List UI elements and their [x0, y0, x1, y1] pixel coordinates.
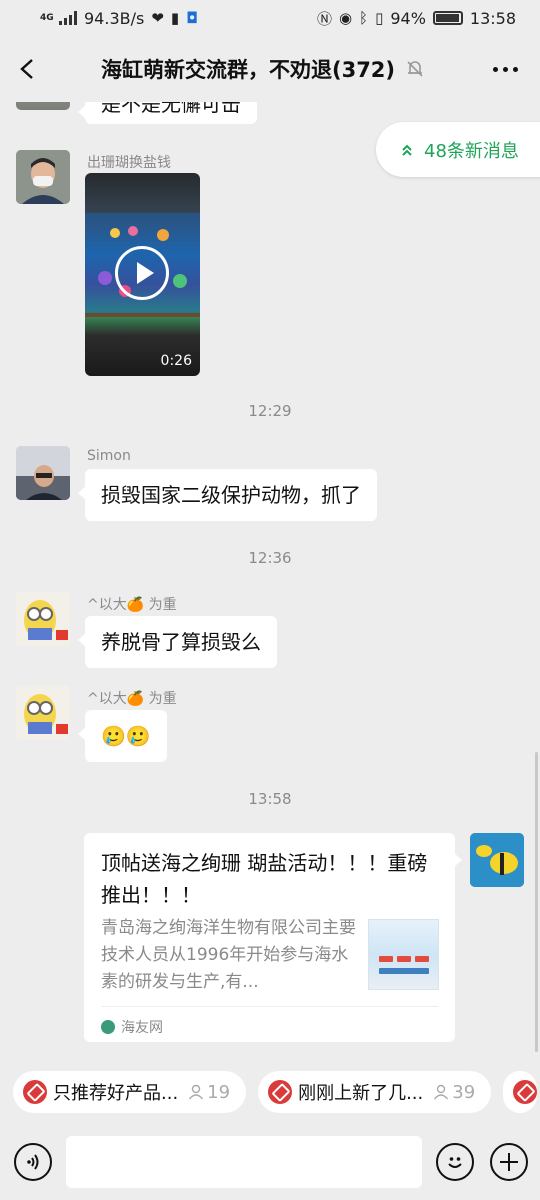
network-speed: 94.3B/s — [84, 8, 145, 28]
input-bar — [0, 1124, 540, 1200]
chip-logo-icon — [513, 1080, 538, 1104]
person-icon — [189, 1084, 204, 1100]
battery-saver-icon: ▮ — [170, 9, 180, 27]
card-description: 青岛海之绚海洋生物有限公司主要技术人员从1996年开始参与海水素的研发与生产,有… — [101, 918, 356, 992]
clock: 13:58 — [469, 8, 516, 28]
chip-logo-icon — [268, 1080, 293, 1104]
chat-header: 海缸萌新交流群，不劝退(372) — [0, 36, 540, 102]
avatar-image — [16, 446, 70, 500]
more-dot — [502, 66, 508, 72]
avatar[interactable] — [16, 102, 70, 110]
message-text: 是不是无懈可击 — [101, 102, 241, 116]
message-bubble[interactable]: 🥲🥲 — [78, 710, 167, 762]
nfc-icon: Ⓝ — [316, 9, 332, 28]
chat-title: 海缸萌新交流群，不劝退(372) — [100, 58, 396, 82]
sender-name: ^以大🍊 为重 — [87, 691, 177, 707]
message-text: 🥲🥲 — [101, 724, 151, 748]
emoji-button[interactable] — [436, 1143, 474, 1181]
timestamp: 12:36 — [248, 549, 292, 567]
card-source: 海友网 — [101, 1017, 163, 1037]
avatar-image — [16, 686, 70, 740]
avatar[interactable] — [16, 446, 70, 500]
chip-count-value: 19 — [207, 1081, 231, 1103]
chip-label: 刚刚上新了几... — [298, 1083, 424, 1104]
card-divider — [101, 1006, 438, 1007]
chip-count: 19 — [188, 1082, 230, 1103]
new-messages-label: 48条新消息 — [424, 140, 519, 162]
message-bubble[interactable]: 损毁国家二级保护动物，抓了 — [78, 469, 377, 521]
message-list[interactable]: 是不是无懈可击 出珊瑚换盐钱 0:26 12:29 Simon 损毁国家二级保护… — [0, 102, 540, 1056]
link-card[interactable]: 顶帖送海之绚珊 瑚盐活动！！！重磅推出！！！ 青岛海之绚海洋生物有限公司主要技术… — [84, 833, 462, 1042]
chip-logo-icon — [23, 1080, 47, 1104]
avatar-image — [16, 592, 70, 646]
message-bubble[interactable]: 养脱骨了算损毁么 — [78, 616, 277, 668]
voice-button[interactable] — [14, 1143, 52, 1181]
new-messages-button[interactable]: 48条新消息 — [376, 122, 540, 177]
app-notification-icon: ◘ — [186, 9, 199, 27]
avatar-image — [470, 833, 524, 887]
card-source-name: 海友网 — [121, 1020, 163, 1036]
signal-icon — [59, 11, 77, 25]
chip-count: 39 — [433, 1082, 475, 1103]
heart-app-icon: ❤ — [151, 9, 164, 27]
battery-percent: 94% — [390, 8, 426, 28]
video-message[interactable]: 0:26 — [85, 173, 200, 376]
message-text: 损毁国家二级保护动物，抓了 — [101, 483, 361, 507]
double-chevron-up-icon — [402, 144, 412, 156]
scrollbar[interactable] — [535, 752, 538, 1052]
avatar[interactable] — [16, 592, 70, 646]
eye-icon: ◉ — [338, 9, 353, 27]
quick-link-chip-partial[interactable] — [503, 1071, 538, 1113]
card-thumbnail — [368, 919, 439, 990]
quick-link-chip[interactable]: 只推荐好产品... 19 — [13, 1071, 247, 1113]
more-dots-icon — [492, 66, 498, 72]
card-title: 顶帖送海之绚珊 瑚盐活动！！！重磅推出！！！ — [101, 851, 428, 907]
status-left: 4G 94.3B/s ❤ ▮ ◘ — [40, 9, 198, 28]
battery-icon — [432, 11, 463, 25]
emoji-icon — [448, 1157, 462, 1168]
chat-title-wrap: 海缸萌新交流群，不劝退(372) — [56, 54, 470, 84]
vibrate-icon: ▯ — [375, 9, 384, 27]
status-right: Ⓝ ◉ ᛒ ▯ 94% 13:58 — [317, 8, 516, 29]
quick-link-chip[interactable]: 刚刚上新了几... 39 — [258, 1071, 492, 1113]
plus-button[interactable] — [490, 1143, 528, 1181]
status-bar: 4G 94.3B/s ❤ ▮ ◘ Ⓝ ◉ ᛒ ▯ 94% 13:58 — [0, 0, 540, 36]
sender-name: Simon — [87, 448, 131, 464]
bell-off-icon — [407, 61, 423, 77]
message-text: 养脱骨了算损毁么 — [101, 630, 261, 654]
message-bubble[interactable]: 是不是无懈可击 — [78, 102, 257, 124]
sender-name: ^以大🍊 为重 — [87, 597, 177, 613]
avatar[interactable] — [16, 150, 70, 204]
chip-count-value: 39 — [452, 1081, 476, 1103]
voice-icon — [27, 1154, 39, 1170]
timestamp: 12:29 — [248, 402, 292, 420]
source-logo-icon — [101, 1020, 115, 1034]
person-icon — [434, 1084, 449, 1100]
bluetooth-icon: ᛒ — [359, 9, 369, 27]
avatar[interactable] — [16, 686, 70, 740]
avatar-image — [16, 150, 70, 204]
more-button[interactable] — [470, 66, 540, 72]
message-input[interactable] — [66, 1136, 422, 1188]
play-icon[interactable] — [115, 246, 169, 300]
sender-name: 出珊瑚换盐钱 — [87, 155, 171, 171]
timestamp: 13:58 — [248, 790, 292, 808]
my-avatar[interactable] — [470, 833, 524, 887]
back-button[interactable] — [0, 36, 56, 102]
chevron-left-icon — [20, 59, 33, 79]
quick-link-bar: 只推荐好产品... 19 刚刚上新了几... 39 — [0, 1060, 540, 1124]
video-duration: 0:26 — [160, 353, 192, 369]
chip-label: 只推荐好产品... — [53, 1083, 179, 1104]
network-type: 4G — [40, 12, 54, 23]
more-dot — [512, 66, 518, 72]
